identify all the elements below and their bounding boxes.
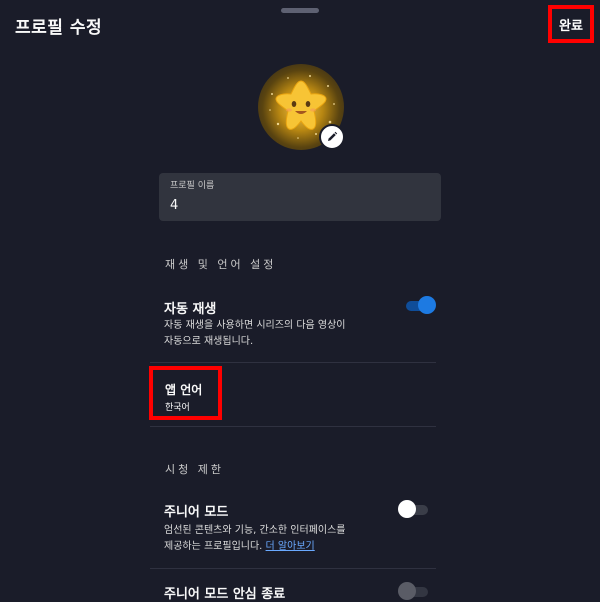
profile-name-input[interactable] xyxy=(170,198,430,213)
autoplay-toggle[interactable] xyxy=(406,296,436,314)
junior-mode-safe-exit-toggle-knob xyxy=(398,582,416,600)
edit-avatar-button[interactable] xyxy=(319,124,345,150)
junior-mode-safe-exit-title: 주니어 모드 안심 종료 xyxy=(164,587,286,602)
junior-mode-safe-exit-toggle[interactable] xyxy=(398,582,428,600)
junior-mode-toggle-knob xyxy=(398,500,416,518)
section-header-playback-language: 재생 및 언어 설정 xyxy=(165,258,277,271)
junior-mode-description-line-2: 제공하는 프로필입니다. 더 알아보기 xyxy=(164,539,394,555)
autoplay-title: 자동 재생 xyxy=(164,302,217,317)
autoplay-description-line-2: 자동으로 재생됩니다. xyxy=(164,336,254,347)
page-title: 프로필 수정 xyxy=(15,18,103,38)
sheet-drag-handle[interactable] xyxy=(281,8,319,13)
junior-mode-description-text: 제공하는 프로필입니다. xyxy=(164,541,263,552)
autoplay-toggle-knob xyxy=(418,296,436,314)
learn-more-link[interactable]: 더 알아보기 xyxy=(266,541,315,552)
junior-mode-title: 주니어 모드 xyxy=(164,505,229,520)
done-button[interactable]: 완료 xyxy=(548,5,594,43)
junior-mode-description-line-1: 엄선된 콘텐츠와 기능, 간소한 인터페이스를 xyxy=(164,525,346,536)
divider xyxy=(150,362,436,363)
divider xyxy=(150,568,436,569)
profile-name-field[interactable]: 프로필 이름 xyxy=(159,173,441,221)
junior-mode-toggle[interactable] xyxy=(398,500,428,518)
autoplay-description: 자동 재생을 사용하면 시리즈의 다음 영상이 자동으로 재생됩니다. xyxy=(164,318,394,350)
section-header-viewing-restrictions: 시청 제한 xyxy=(165,463,224,476)
divider xyxy=(150,426,436,427)
autoplay-description-line-1: 자동 재생을 사용하면 시리즈의 다음 영상이 xyxy=(164,320,346,331)
app-language-row[interactable]: 앱 언어 한국어 xyxy=(149,366,222,420)
junior-mode-description: 엄선된 콘텐츠와 기능, 간소한 인터페이스를 제공하는 프로필입니다. 더 알… xyxy=(164,523,394,555)
app-language-value: 한국어 xyxy=(165,403,190,413)
profile-name-label: 프로필 이름 xyxy=(170,181,215,191)
pencil-icon xyxy=(328,131,338,141)
app-language-title: 앱 언어 xyxy=(165,383,203,397)
